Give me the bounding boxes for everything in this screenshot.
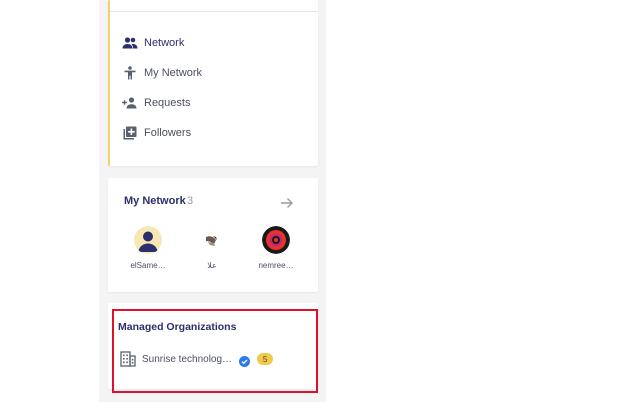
library-add-icon — [122, 125, 138, 141]
avatar — [198, 226, 226, 254]
person-outline-icon — [122, 65, 138, 81]
people-icon — [122, 35, 138, 51]
network-nav-card: Network My Network Requests Followers — [108, 0, 318, 166]
network-member[interactable]: علا — [190, 226, 234, 270]
nav-item-label: Network — [144, 37, 185, 49]
member-name: elSame… — [130, 261, 166, 270]
my-network-title[interactable]: My Network — [124, 195, 186, 207]
nav-item-requests[interactable]: Requests — [122, 93, 190, 113]
building-icon — [120, 351, 136, 367]
avatar — [134, 226, 162, 254]
verified-badge-icon — [239, 354, 251, 367]
organization-item[interactable]: Sunrise technolog… 5 — [120, 350, 274, 368]
nav-item-label: My Network — [144, 67, 203, 79]
my-network-card: My Network 3 elSame… علا nemree… — [108, 178, 318, 292]
nav-item-label: Requests — [144, 97, 191, 109]
managed-organizations-title: Managed Organizations — [118, 321, 237, 333]
nav-item-label: Followers — [144, 127, 192, 139]
member-name: nemree… — [258, 261, 294, 270]
arrow-right-icon[interactable] — [279, 195, 295, 211]
nav-item-followers[interactable]: Followers — [122, 123, 191, 143]
person-add-icon — [122, 95, 138, 111]
card-top-divider — [110, 0, 318, 12]
nav-item-my-network[interactable]: My Network — [122, 63, 202, 83]
left-sidebar-column: Network My Network Requests Followers My… — [99, 0, 326, 402]
network-count: 3 — [187, 195, 194, 207]
nav-item-network[interactable]: Network — [122, 33, 184, 53]
organization-name: Sunrise technolog… — [142, 353, 233, 365]
organization-count-badge: 5 — [257, 353, 274, 365]
avatar — [262, 226, 290, 254]
member-name: علا — [207, 261, 217, 270]
network-member[interactable]: nemree… — [254, 226, 298, 270]
network-member[interactable]: elSame… — [126, 226, 170, 270]
managed-organizations-card: Managed Organizations Sunrise technolog…… — [108, 303, 318, 389]
